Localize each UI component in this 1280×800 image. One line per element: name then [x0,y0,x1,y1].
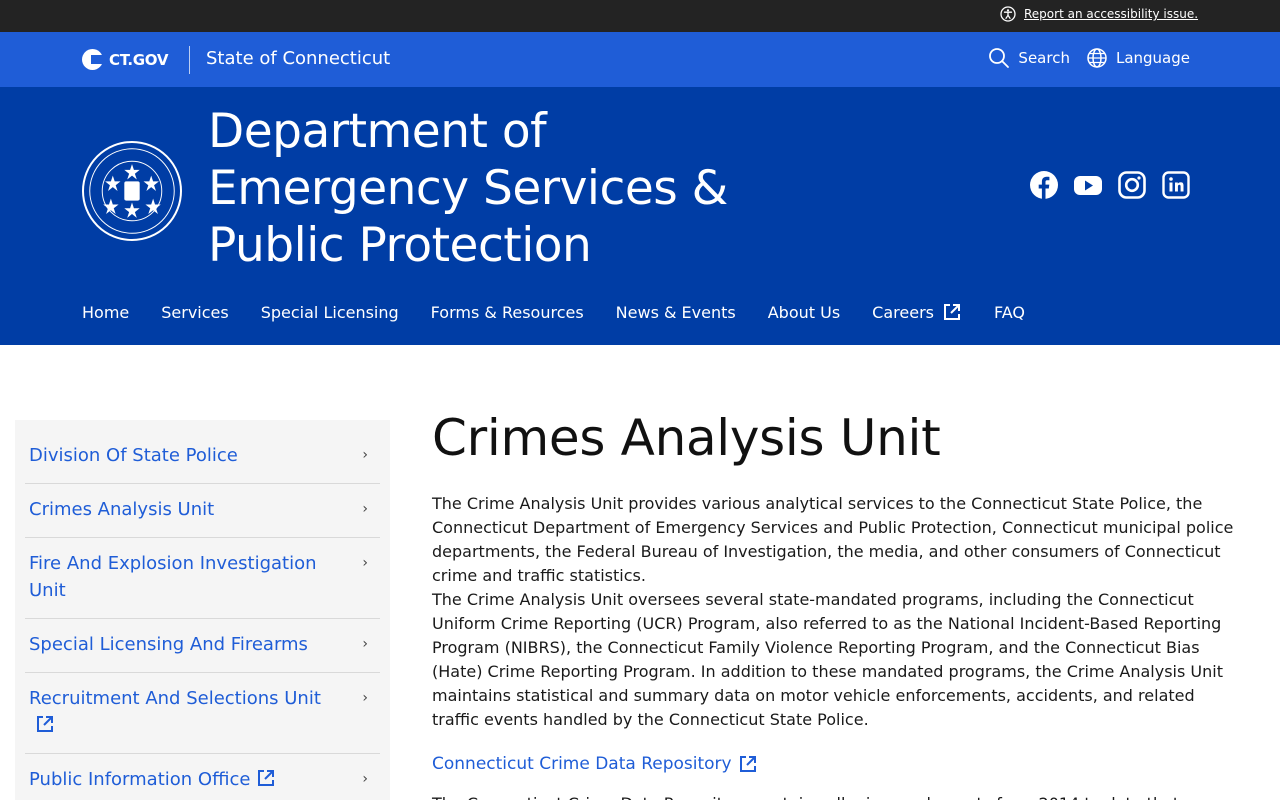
accessibility-report-link[interactable]: Report an accessibility issue. [1000,6,1198,22]
agency-seal-icon[interactable] [82,141,182,241]
utility-bar: Report an accessibility issue. [0,0,1280,32]
chevron-right-icon: › [362,555,368,571]
youtube-icon[interactable] [1074,171,1102,199]
language-button[interactable]: Language [1086,47,1190,69]
chevron-right-icon: › [362,690,368,706]
crime-data-repository-link[interactable]: Connecticut Crime Data Repository [432,754,758,774]
sidebar-item-label-wrap: Recruitment And Selections Unit [29,685,329,739]
accessibility-icon [1000,6,1016,22]
ct-gov-bar: CT.GOV State of Connecticut Search Langu… [0,32,1280,87]
main-content: Crimes Analysis Unit The Crime Analysis … [432,408,1242,800]
nav-forms-resources[interactable]: Forms & Resources [431,302,584,322]
nav-special-licensing-label: Special Licensing [260,302,399,322]
sidebar-item-special-licensing-firearms[interactable]: Special Licensing And Firearms › [25,619,380,673]
search-icon [989,48,1010,68]
chevron-right-icon: › [362,771,368,787]
sidebar-item-division-of-state-police[interactable]: Division Of State Police › [25,430,380,484]
chevron-right-icon: › [362,636,368,652]
ct-gov-logo[interactable]: CT.GOV [82,49,168,70]
ct-bar-divider [189,46,190,74]
external-link-icon [739,756,756,772]
search-label: Search [1018,49,1070,67]
sidebar-item-fire-explosion-investigation[interactable]: Fire And Explosion Investigation Unit › [25,538,380,619]
nav-services-label: Services [161,302,229,322]
ct-bar-tools: Search Language [988,47,1190,69]
instagram-icon[interactable] [1118,171,1146,199]
nav-about-us[interactable]: About Us [768,302,840,322]
nav-forms-resources-label: Forms & Resources [430,302,584,322]
nav-home[interactable]: Home [82,302,129,322]
sidebar-item-label: Special Licensing And Firearms [29,634,308,655]
sidebar-item-crimes-analysis-unit[interactable]: Crimes Analysis Unit › [25,484,380,538]
nav-careers[interactable]: Careers [872,302,962,322]
nav-services[interactable]: Services [161,302,228,322]
state-name[interactable]: State of Connecticut [206,48,390,69]
nav-home-label: Home [82,302,130,322]
nav-special-licensing[interactable]: Special Licensing [261,302,399,322]
content-paragraph: The Crime Analysis Unit oversees several… [432,590,1223,729]
language-label: Language [1115,49,1190,67]
sidebar-item-label: Public Information Office [29,769,251,790]
nav-faq[interactable]: FAQ [994,302,1025,322]
sidebar-item-label-wrap: Public Information Office [29,766,329,793]
sidebar-item-label: Fire And Explosion Investigation Unit [29,553,317,601]
sidebar-item-label: Division Of State Police [29,445,238,466]
linkedin-icon[interactable] [1162,171,1190,199]
sidebar-item-label: Crimes Analysis Unit [29,499,215,520]
agency-header: Department of Emergency Services & Publi… [0,87,1280,345]
crime-data-repository-label: Connecticut Crime Data Repository [432,754,732,774]
main-nav: Home Services Special Licensing Forms & … [82,302,1025,322]
content-paragraph-trailing: The Connecticut Crime Data Repository co… [432,792,1242,800]
nav-about-us-label: About Us [767,302,841,322]
search-button[interactable]: Search [988,47,1070,69]
sidebar-item-public-information-office[interactable]: Public Information Office › [25,754,380,800]
sidebar-item-label: Recruitment And Selections Unit [29,688,321,709]
sidebar-item-recruitment-selections[interactable]: Recruitment And Selections Unit › [25,673,380,754]
content-body: The Crime Analysis Unit provides various… [432,492,1242,732]
nav-faq-label: FAQ [993,302,1025,322]
ct-logo-text: CT.GOV [109,50,169,69]
sidebar-nav: Division Of State Police › Crimes Analys… [15,420,390,800]
social-links [1030,171,1190,199]
accessibility-link-label: Report an accessibility issue. [1024,7,1199,21]
nav-news-events-label: News & Events [615,302,736,322]
chevron-right-icon: › [362,501,368,517]
content-paragraph: The Crime Analysis Unit provides various… [432,494,1234,585]
nav-news-events[interactable]: News & Events [616,302,736,322]
ct-logo-mark-icon [82,49,103,70]
external-link-icon [943,304,960,320]
facebook-icon[interactable] [1030,171,1058,199]
page-title: Crimes Analysis Unit [432,409,941,467]
agency-title[interactable]: Department of Emergency Services & Publi… [208,103,808,274]
nav-careers-label: Careers [872,302,934,322]
external-link-icon [258,770,275,786]
chevron-right-icon: › [362,447,368,463]
external-link-icon [37,716,53,732]
globe-icon [1087,48,1107,68]
